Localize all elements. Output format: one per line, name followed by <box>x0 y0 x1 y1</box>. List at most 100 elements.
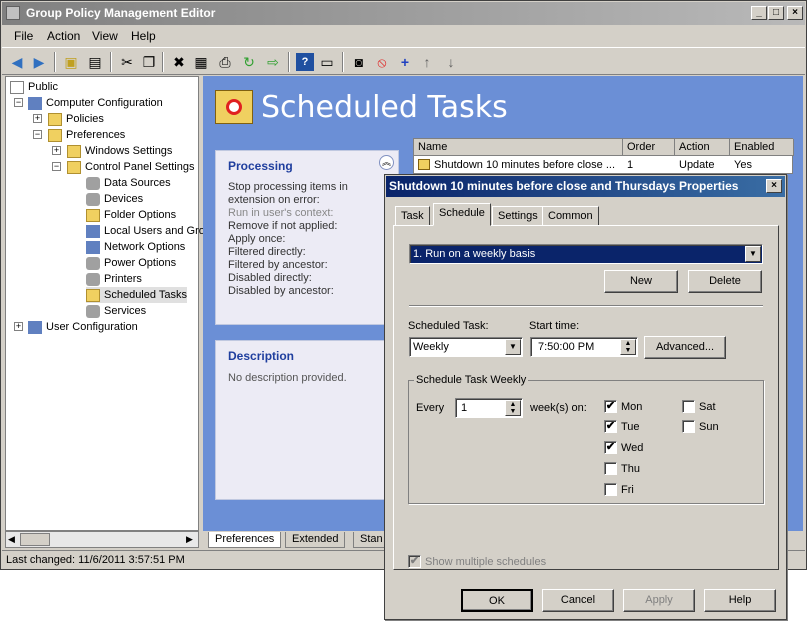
add-icon[interactable]: + <box>396 53 414 71</box>
expand-icon[interactable]: + <box>52 146 61 155</box>
label-thu[interactable]: Thu <box>621 463 640 475</box>
label-sun[interactable]: Sun <box>699 421 719 433</box>
separator <box>409 305 763 307</box>
back-icon[interactable]: ◀ <box>8 53 26 71</box>
tree-node-policies[interactable]: Policies <box>48 111 104 127</box>
folder-icon <box>67 144 81 158</box>
scheduled-task-select[interactable]: Weekly ▼ <box>409 337 523 357</box>
up-folder-icon[interactable]: ▣ <box>62 53 80 71</box>
column-header-order[interactable]: Order <box>623 139 675 156</box>
scroll-right-icon[interactable]: ▶ <box>186 534 193 545</box>
tab-extended[interactable]: Extended <box>285 532 346 548</box>
console-icon[interactable]: ▭ <box>318 53 336 71</box>
expand-icon[interactable]: + <box>14 322 23 331</box>
checkbox-thu[interactable] <box>604 462 617 475</box>
collapse-icon[interactable]: − <box>33 130 42 139</box>
expand-icon[interactable]: + <box>33 114 42 123</box>
tab-schedule[interactable]: Schedule <box>433 203 491 226</box>
start-time-input[interactable]: 7:50:00 PM ▲ ▼ <box>530 337 638 357</box>
app-icon <box>6 6 20 20</box>
tab-preferences[interactable]: Preferences <box>208 532 282 548</box>
tree-node-preferences[interactable]: Preferences <box>48 127 125 143</box>
scroll-thumb[interactable] <box>20 533 50 546</box>
table-row[interactable]: Shutdown 10 minutes before close ... 1 U… <box>414 156 792 173</box>
label-sat[interactable]: Sat <box>699 401 716 413</box>
forward-icon[interactable]: ▶ <box>30 53 48 71</box>
tree-node-services[interactable]: Services <box>86 303 146 319</box>
label-wed[interactable]: Wed <box>621 442 643 454</box>
cancel-button[interactable]: Cancel <box>542 589 614 612</box>
ok-button[interactable]: OK <box>461 589 533 612</box>
close-button[interactable]: × <box>787 6 803 20</box>
stop-icon[interactable]: ⦸ <box>373 53 391 71</box>
tree-node-control-panel-settings[interactable]: Control Panel Settings <box>67 159 194 175</box>
refresh-icon[interactable]: ↻ <box>240 53 258 71</box>
dropdown-arrow-icon[interactable]: ▼ <box>505 339 521 355</box>
collapse-chevron-icon[interactable]: ︽ <box>379 155 394 170</box>
label-mon[interactable]: Mon <box>621 401 642 413</box>
tree-node-devices[interactable]: Devices <box>86 191 143 207</box>
label-tue[interactable]: Tue <box>621 421 640 433</box>
export-icon[interactable]: ⇨ <box>264 53 282 71</box>
checkbox-sat[interactable] <box>682 400 695 413</box>
delete-icon[interactable]: ✖ <box>170 53 188 71</box>
tree-node-public[interactable]: Public <box>10 79 58 95</box>
move-up-icon[interactable]: ↑ <box>418 53 436 71</box>
cut-icon[interactable]: ✂ <box>118 53 136 71</box>
show-multiple-label[interactable]: Show multiple schedules <box>425 556 546 568</box>
tab-common[interactable]: Common <box>542 206 599 226</box>
tree-node-windows-settings[interactable]: Windows Settings <box>67 143 172 159</box>
menu-help[interactable]: Help <box>131 29 156 43</box>
column-header-action[interactable]: Action <box>675 139 730 156</box>
tree-node-computer-configuration[interactable]: Computer Configuration <box>28 95 163 111</box>
move-down-icon[interactable]: ↓ <box>442 53 460 71</box>
label-fri[interactable]: Fri <box>621 484 634 496</box>
every-weeks-input[interactable]: 1 ▲ ▼ <box>455 398 523 418</box>
checkbox-mon[interactable]: ✔ <box>604 400 617 413</box>
window-title: Group Policy Management Editor <box>26 6 216 20</box>
tree-horizontal-scrollbar[interactable]: ◀ ▶ <box>5 531 199 548</box>
tree-node-folder-options[interactable]: Folder Options <box>86 207 176 223</box>
tree-node-printers[interactable]: Printers <box>86 271 142 287</box>
tree-node-network-options[interactable]: Network Options <box>86 239 185 255</box>
tree-node-user-configuration[interactable]: User Configuration <box>28 319 138 335</box>
menu-action[interactable]: Action <box>47 29 80 43</box>
checkbox-tue[interactable]: ✔ <box>604 420 617 433</box>
apply-button[interactable]: Apply <box>623 589 695 612</box>
checkbox-show-multiple[interactable]: ✔ <box>408 555 421 568</box>
tab-task[interactable]: Task <box>395 206 430 226</box>
maximize-button[interactable]: □ <box>768 6 784 20</box>
help-icon[interactable]: ? <box>296 53 314 71</box>
collapse-icon[interactable]: − <box>14 98 23 107</box>
processing-item: Stop processing items in <box>228 181 348 193</box>
menu-file[interactable]: File <box>14 29 33 43</box>
advanced-button[interactable]: Advanced... <box>644 336 726 359</box>
scroll-left-icon[interactable]: ◀ <box>8 534 15 545</box>
spinner-icon[interactable]: ▲ ▼ <box>505 400 521 416</box>
column-header-enabled[interactable]: Enabled <box>730 139 794 156</box>
schedule-select[interactable]: 1. Run on a weekly basis ▼ <box>409 244 763 264</box>
tab-settings[interactable]: Settings <box>492 206 544 226</box>
menu-view[interactable]: View <box>92 29 118 43</box>
minimize-button[interactable]: _ <box>751 6 767 20</box>
properties-icon[interactable]: ▦ <box>192 53 210 71</box>
help-button[interactable]: Help <box>704 589 776 612</box>
tree-node-local-users[interactable]: Local Users and Gro <box>86 223 205 239</box>
new-item-icon[interactable]: ◙ <box>350 53 368 71</box>
checkbox-wed[interactable]: ✔ <box>604 441 617 454</box>
tree-node-data-sources[interactable]: Data Sources <box>86 175 171 191</box>
copy-icon[interactable]: ❐ <box>140 53 158 71</box>
collapse-icon[interactable]: − <box>52 162 61 171</box>
show-hide-tree-icon[interactable]: ▤ <box>86 53 104 71</box>
dropdown-arrow-icon[interactable]: ▼ <box>745 246 761 262</box>
print-icon[interactable]: ⎙ <box>216 53 234 71</box>
new-button[interactable]: New <box>604 270 678 293</box>
delete-button[interactable]: Delete <box>688 270 762 293</box>
column-header-name[interactable]: Name <box>414 139 623 156</box>
checkbox-fri[interactable] <box>604 483 617 496</box>
dialog-close-button[interactable]: × <box>766 179 782 193</box>
spinner-icon[interactable]: ▲ ▼ <box>620 339 636 355</box>
checkbox-sun[interactable] <box>682 420 695 433</box>
tree-node-scheduled-tasks[interactable]: Scheduled Tasks <box>86 287 187 303</box>
tree-node-power-options[interactable]: Power Options <box>86 255 176 271</box>
